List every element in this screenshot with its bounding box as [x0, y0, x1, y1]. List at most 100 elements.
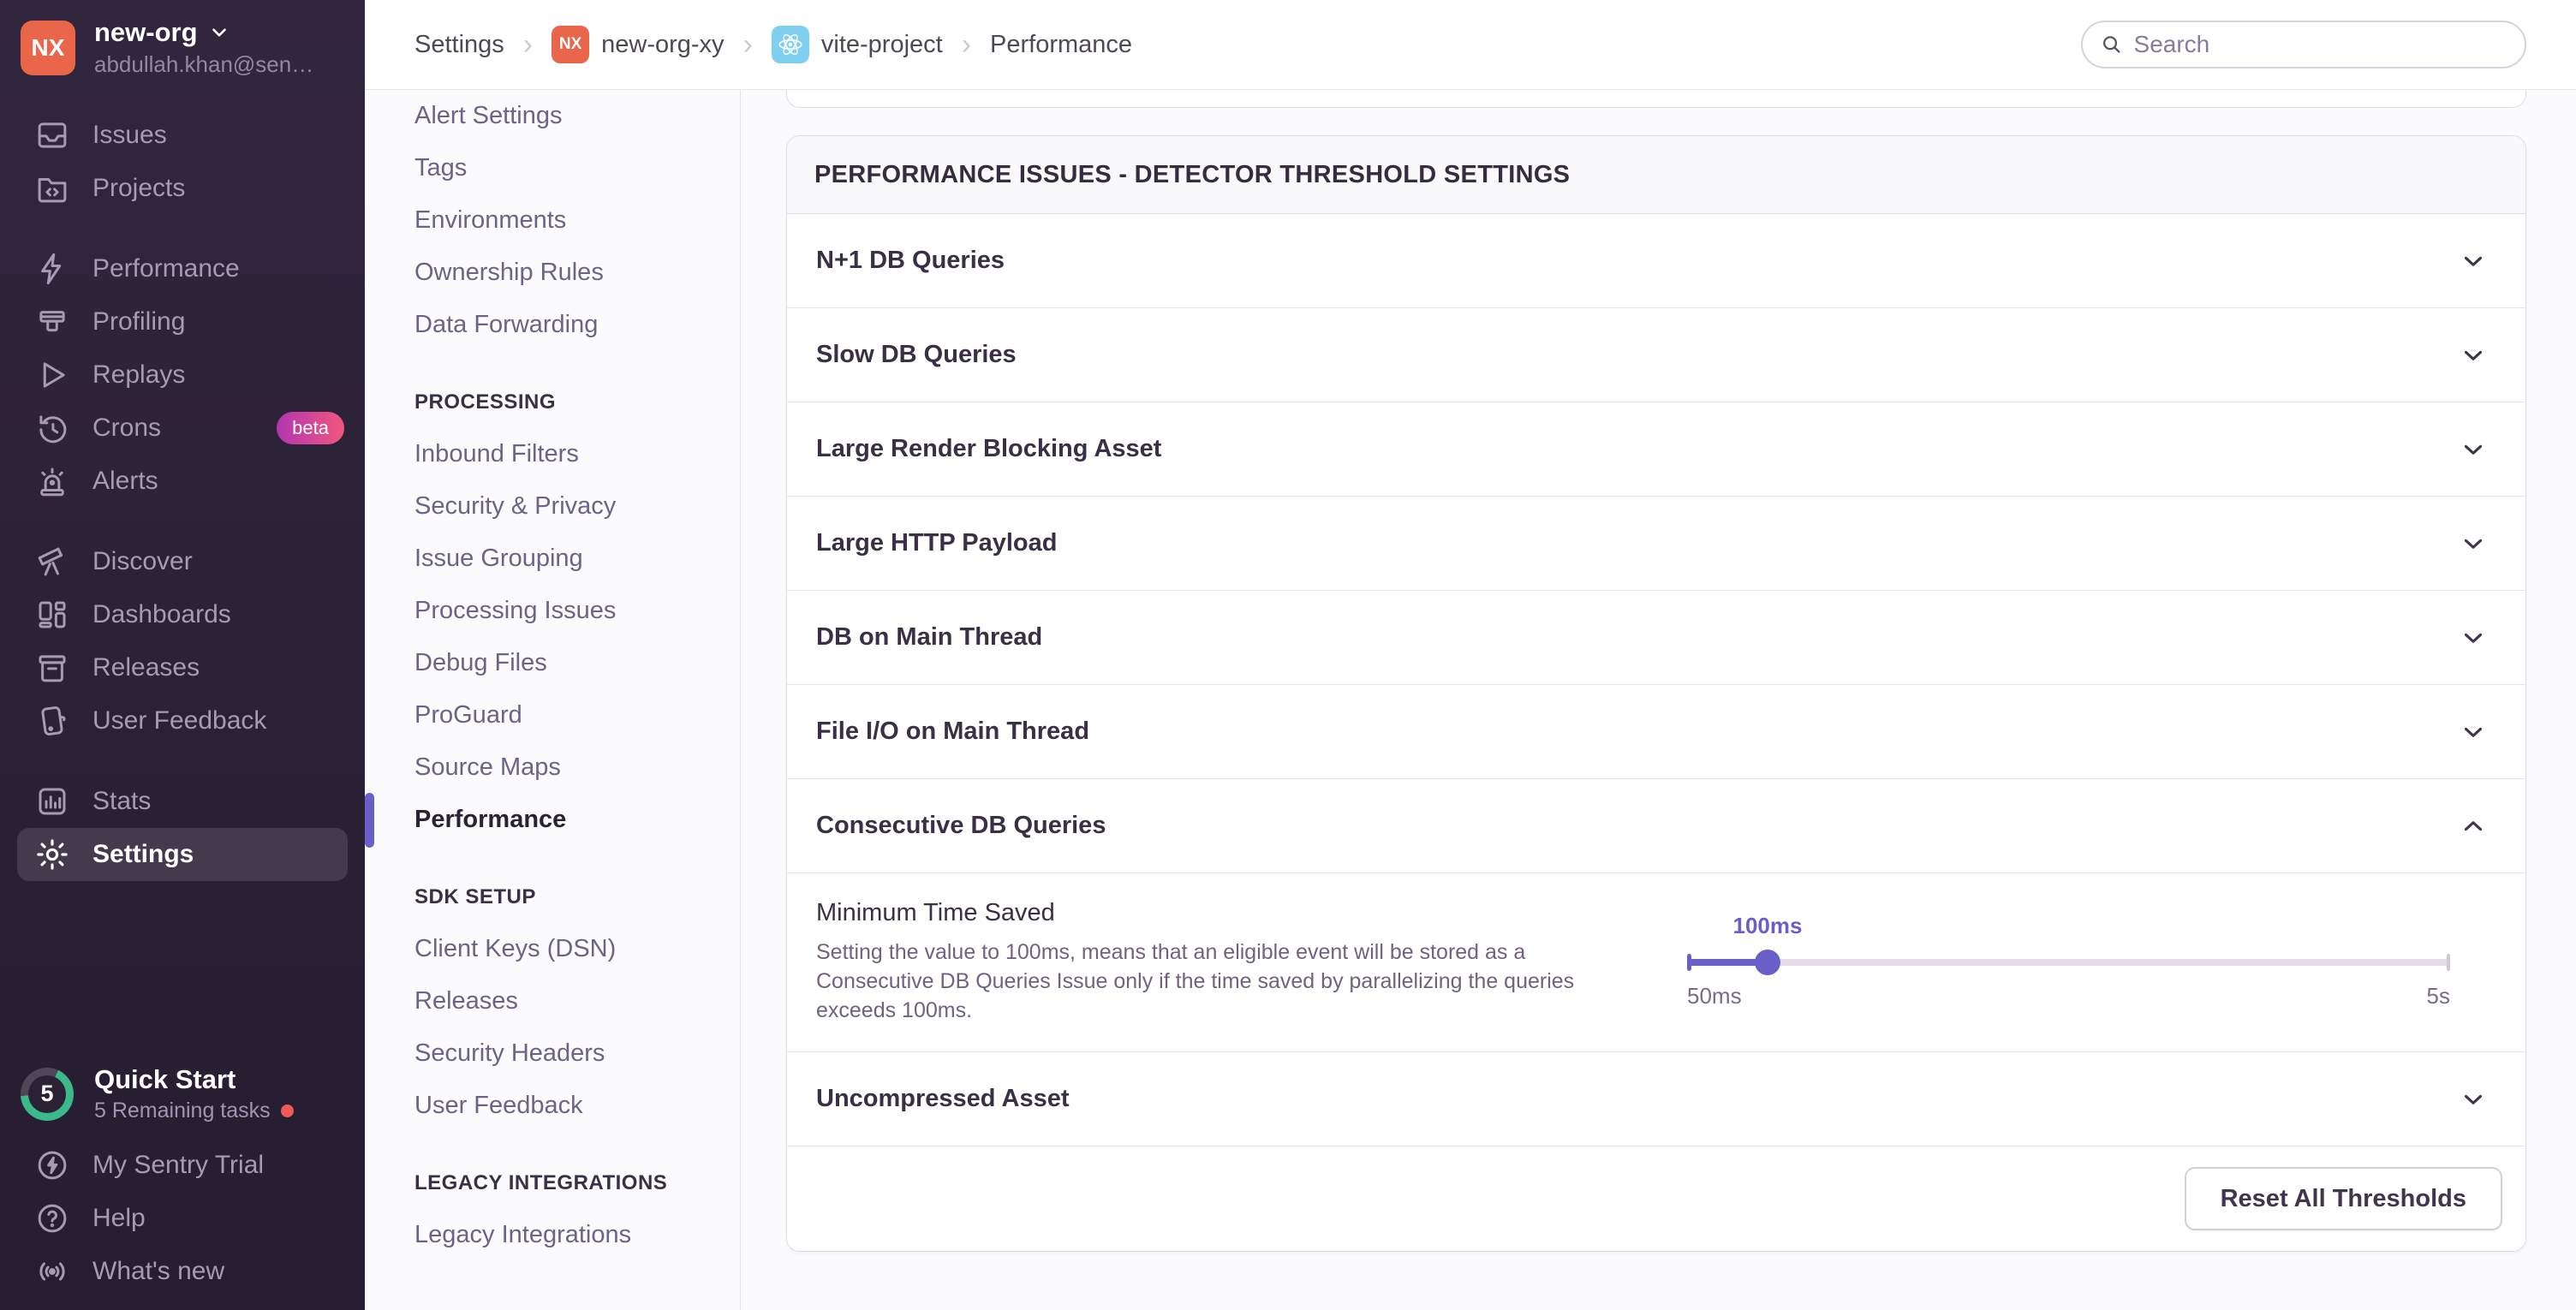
row-file-io-on-main-thread[interactable]: File I/O on Main Thread	[787, 685, 2525, 779]
sidebar-bottom: 5 Quick Start 5 Remaining tasks My Sentr…	[0, 1049, 365, 1310]
row-n-plus-one-db-queries[interactable]: N+1 DB Queries	[787, 214, 2525, 308]
row-large-render-blocking-asset[interactable]: Large Render Blocking Asset	[787, 402, 2525, 497]
sidebar-item-label: Alerts	[92, 467, 158, 496]
content-area: Alert Settings Tags Environments Ownersh…	[365, 90, 2576, 1310]
sidebar-item-label: Replays	[92, 360, 185, 390]
settings-nav-section-legacy-integrations: LEGACY INTEGRATIONS	[365, 1158, 740, 1209]
search-box[interactable]	[2081, 21, 2526, 68]
sidebar-item-label: Settings	[92, 840, 194, 869]
profiling-icon	[34, 304, 70, 340]
sidebar-item-label: Crons	[92, 414, 161, 443]
trial-lightning-icon	[34, 1147, 70, 1183]
broadcast-icon	[34, 1253, 70, 1289]
chevron-down-icon	[208, 21, 230, 44]
row-uncompressed-asset[interactable]: Uncompressed Asset	[787, 1052, 2525, 1146]
nav-spacer	[0, 508, 365, 535]
settings-nav-alert-settings[interactable]: Alert Settings	[365, 90, 740, 142]
sidebar-item-projects[interactable]: Projects	[0, 162, 365, 215]
chevron-down-icon	[2459, 247, 2488, 276]
dashboards-icon	[34, 597, 70, 633]
settings-nav-client-keys[interactable]: Client Keys (DSN)	[365, 923, 740, 975]
sidebar-item-dashboards[interactable]: Dashboards	[0, 588, 365, 641]
settings-nav-data-forwarding[interactable]: Data Forwarding	[365, 299, 740, 351]
issues-icon	[34, 117, 70, 153]
settings-nav-issue-grouping[interactable]: Issue Grouping	[365, 533, 740, 585]
settings-nav-debug-files[interactable]: Debug Files	[365, 637, 740, 689]
primary-sidebar: NX new-org abdullah.khan@sen… Issues Pro…	[0, 0, 365, 1310]
sidebar-item-my-sentry-trial[interactable]: My Sentry Trial	[0, 1139, 365, 1192]
settings-nav-tags[interactable]: Tags	[365, 142, 740, 194]
sidebar-item-help[interactable]: Help	[0, 1192, 365, 1245]
row-slow-db-queries[interactable]: Slow DB Queries	[787, 308, 2525, 402]
settings-nav-legacy-integrations[interactable]: Legacy Integrations	[365, 1209, 740, 1261]
breadcrumb-separator: ›	[742, 28, 754, 62]
settings-nav-security-headers[interactable]: Security Headers	[365, 1027, 740, 1080]
breadcrumb-settings[interactable]: Settings	[414, 31, 504, 59]
settings-nav-source-maps[interactable]: Source Maps	[365, 741, 740, 794]
previous-panel-remnant	[786, 90, 2526, 108]
sidebar-item-label: What's new	[92, 1257, 224, 1286]
sidebar-item-label: My Sentry Trial	[92, 1151, 264, 1180]
sidebar-item-issues[interactable]: Issues	[0, 109, 365, 162]
settings-nav-inbound-filters[interactable]: Inbound Filters	[365, 428, 740, 480]
sidebar-item-alerts[interactable]: Alerts	[0, 455, 365, 508]
settings-nav-user-feedback[interactable]: User Feedback	[365, 1080, 740, 1132]
releases-icon	[34, 650, 70, 686]
settings-nav-security-privacy[interactable]: Security & Privacy	[365, 480, 740, 533]
main-area: Settings › NX new-org-xy › vite-project …	[365, 0, 2576, 1310]
sidebar-item-discover[interactable]: Discover	[0, 535, 365, 588]
field-label: Minimum Time Saved	[816, 899, 1621, 927]
breadcrumb-org[interactable]: NX new-org-xy	[552, 26, 724, 63]
sidebar-item-label: Help	[92, 1204, 146, 1233]
settings-nav-proguard[interactable]: ProGuard	[365, 689, 740, 741]
settings-nav-environments[interactable]: Environments	[365, 194, 740, 247]
search-input[interactable]	[2134, 31, 2507, 58]
sidebar-item-label: Projects	[92, 174, 185, 203]
sidebar-item-whats-new[interactable]: What's new	[0, 1245, 365, 1298]
quick-start-panel[interactable]: 5 Quick Start 5 Remaining tasks	[0, 1049, 365, 1139]
row-large-http-payload[interactable]: Large HTTP Payload	[787, 497, 2525, 591]
sidebar-item-settings[interactable]: Settings	[17, 828, 348, 881]
consecutive-db-queries-settings: Minimum Time Saved Setting the value to …	[787, 873, 2525, 1052]
sidebar-item-label: Issues	[92, 121, 167, 150]
row-consecutive-db-queries[interactable]: Consecutive DB Queries	[787, 779, 2525, 873]
org-name: new-org	[94, 17, 198, 48]
slider-track[interactable]	[1687, 959, 2450, 966]
breadcrumb-separator: ›	[960, 28, 973, 62]
slider-thumb[interactable]	[1755, 950, 1780, 975]
sidebar-item-releases[interactable]: Releases	[0, 641, 365, 694]
nav-spacer	[0, 215, 365, 242]
reset-all-thresholds-button[interactable]: Reset All Thresholds	[2185, 1167, 2502, 1230]
chevron-down-icon	[2459, 529, 2488, 558]
app-root: NX new-org abdullah.khan@sen… Issues Pro…	[0, 0, 2576, 1310]
nav-spacer	[0, 747, 365, 775]
settings-nav-performance[interactable]: Performance	[365, 794, 740, 846]
discover-icon	[34, 544, 70, 580]
row-db-on-main-thread[interactable]: DB on Main Thread	[787, 591, 2525, 685]
sidebar-item-user-feedback[interactable]: User Feedback	[0, 694, 365, 747]
help-icon	[34, 1200, 70, 1236]
chevron-down-icon	[2459, 718, 2488, 747]
sidebar-item-crons[interactable]: Crons beta	[0, 402, 365, 455]
user-feedback-icon	[34, 703, 70, 739]
breadcrumb-project[interactable]: vite-project	[772, 26, 943, 63]
minimum-time-saved-slider: 100ms 50ms 5s	[1687, 873, 2450, 1051]
react-project-icon	[772, 26, 809, 63]
sidebar-item-replays[interactable]: Replays	[0, 348, 365, 402]
stats-icon	[34, 783, 70, 819]
gear-icon	[34, 837, 70, 872]
sidebar-item-label: Discover	[92, 547, 193, 576]
settings-nav-ownership-rules[interactable]: Ownership Rules	[365, 247, 740, 299]
performance-icon	[34, 251, 70, 287]
chevron-down-icon	[2459, 341, 2488, 370]
settings-nav-processing-issues[interactable]: Processing Issues	[365, 585, 740, 637]
sidebar-item-stats[interactable]: Stats	[0, 775, 365, 828]
settings-page: PERFORMANCE ISSUES - DETECTOR THRESHOLD …	[741, 90, 2576, 1310]
org-switcher[interactable]: NX new-org abdullah.khan@sen…	[0, 0, 365, 90]
alert-dot	[281, 1105, 294, 1117]
slider-value-label: 100ms	[1733, 913, 1803, 939]
org-meta: new-org abdullah.khan@sen…	[94, 17, 313, 78]
sidebar-item-performance[interactable]: Performance	[0, 242, 365, 295]
sidebar-item-profiling[interactable]: Profiling	[0, 295, 365, 348]
settings-nav-releases[interactable]: Releases	[365, 975, 740, 1027]
